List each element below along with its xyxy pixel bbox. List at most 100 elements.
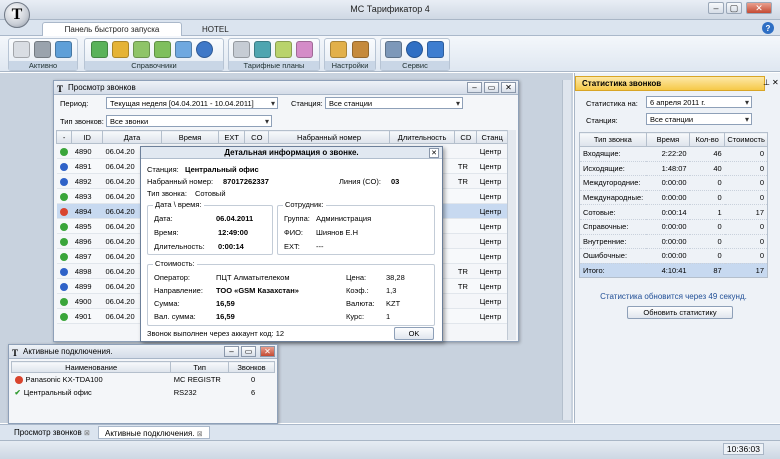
help-icon[interactable]: ?	[762, 22, 774, 34]
close-icon[interactable]: ⊠	[84, 430, 90, 437]
tariff-icon[interactable]	[254, 41, 271, 58]
close-button[interactable]: ✕	[501, 82, 516, 93]
col-header[interactable]: Наименование	[10, 361, 172, 373]
close-icon[interactable]: ✕	[772, 78, 779, 87]
close-button[interactable]: ✕	[260, 346, 275, 357]
cell-count: 0	[689, 234, 725, 250]
type-label: Тип звонка:	[147, 189, 187, 198]
cell-count: 0	[689, 219, 725, 235]
col-header[interactable]: Тип звонка	[579, 132, 647, 147]
col-header[interactable]: Кол-во	[689, 132, 726, 147]
tab-hotel[interactable]: HOTEL	[190, 22, 241, 36]
tab-active-connections[interactable]: Активные подключения. ⊠	[98, 426, 210, 439]
tab-calls[interactable]: Просмотр звонков ⊠	[8, 426, 96, 439]
col-header[interactable]: Время	[645, 132, 691, 147]
stats-row: Сотовые: 0:00:14 1 17	[579, 204, 768, 220]
stats-date-label: Статистика на:	[586, 99, 638, 108]
col-header[interactable]: Дата	[101, 130, 163, 144]
operator-label: Оператор:	[154, 273, 191, 282]
call-type-select[interactable]: Все звонки	[106, 115, 272, 127]
col-header[interactable]: ID	[71, 130, 103, 144]
book-icon[interactable]	[133, 41, 150, 58]
cell-cd: TR	[454, 158, 477, 174]
cell-cd	[454, 293, 477, 309]
cell-cd	[454, 308, 477, 324]
dollar-icon[interactable]	[196, 41, 213, 58]
time-label: Время:	[154, 228, 179, 237]
coef-value: 1,3	[386, 286, 397, 295]
cell-id: 4893	[71, 188, 103, 204]
group-label: Активно	[9, 61, 77, 70]
minimize-button[interactable]: –	[224, 346, 239, 357]
home-icon[interactable]	[91, 41, 108, 58]
cell-calls: 0	[250, 374, 256, 384]
col-header[interactable]: Длительность	[388, 130, 456, 144]
app-logo[interactable]: T	[4, 2, 30, 28]
refresh-stats-button[interactable]: Обновить статистику	[627, 306, 733, 319]
table-row[interactable]: ✔ Центральный офис RS232 6	[12, 386, 275, 399]
duration-label: Длительность:	[154, 242, 205, 251]
col-header[interactable]: Звонков	[228, 361, 275, 373]
col-header[interactable]: Станц	[476, 130, 508, 144]
list-icon[interactable]	[154, 41, 171, 58]
stats-row: Ошибочные: 0:00:00 0 0	[579, 248, 768, 264]
stats-row: Междугородние: 0:00:00 0 0	[579, 175, 768, 191]
close-icon[interactable]: ⊠	[197, 431, 203, 438]
cell-id: 4899	[71, 278, 103, 294]
col-header[interactable]: Тип	[170, 361, 230, 373]
arrow-out-icon[interactable]	[296, 41, 313, 58]
restore-button[interactable]: ▭	[484, 82, 499, 93]
arrow-in-icon[interactable]	[275, 41, 292, 58]
mdi-scrollbar[interactable]	[562, 80, 571, 420]
col-header[interactable]: Время	[161, 130, 219, 144]
ok-button[interactable]: OK	[394, 327, 434, 340]
col-header[interactable]: -	[55, 130, 73, 144]
pin-icon[interactable]: ⊥	[763, 78, 770, 87]
col-header[interactable]: Набранный номер	[268, 130, 390, 144]
close-button[interactable]: ✕	[746, 2, 772, 14]
users-icon[interactable]	[112, 41, 129, 58]
table-scrollbar[interactable]	[507, 130, 516, 340]
date-value: 06.04.2011	[216, 214, 254, 223]
period-select[interactable]: Текущая неделя [04.04.2011 - 10.04.2011]	[106, 97, 278, 109]
maximize-button[interactable]: ▢	[726, 2, 742, 14]
group-label: Сервис	[381, 61, 449, 70]
restore-button[interactable]: ▭	[241, 346, 256, 357]
stats-station-select[interactable]: Все станции	[646, 113, 752, 125]
sum-value: 16,59	[216, 299, 235, 308]
minimize-button[interactable]: –	[708, 2, 724, 14]
table-row[interactable]: Panasonic KX-TDA100 MC REGISTR 0	[12, 373, 275, 386]
cell-cost: 0	[724, 190, 768, 206]
col-header[interactable]: CO	[244, 130, 270, 144]
table-icon[interactable]	[13, 41, 30, 58]
minimize-button[interactable]: –	[467, 82, 482, 93]
tools-icon[interactable]	[352, 41, 369, 58]
window-title: MC Тарификатор 4	[350, 4, 430, 14]
settings-icon[interactable]	[330, 41, 347, 58]
chart-icon[interactable]	[55, 41, 72, 58]
col-header[interactable]: EXT	[217, 130, 246, 144]
station-value: Центральный офис	[185, 165, 259, 174]
phone-icon[interactable]	[34, 41, 51, 58]
tab-label: Просмотр звонков	[14, 428, 82, 437]
cell-time: 0:00:00	[646, 219, 690, 235]
tab-quick-launch[interactable]: Панель быстрого запуска	[42, 22, 182, 36]
station-select[interactable]: Все станции	[325, 97, 463, 109]
cell-count: 0	[689, 190, 725, 206]
calls-window-header: T Просмотр звонков – ▭ ✕	[54, 81, 518, 95]
cell-cd	[454, 143, 477, 159]
gear-icon[interactable]	[385, 41, 402, 58]
col-header[interactable]: CD	[454, 130, 478, 144]
cell-station: Центр	[476, 143, 508, 159]
group-value: Администрация	[316, 214, 372, 223]
cell-id: 4897	[71, 248, 103, 264]
info-icon[interactable]	[406, 41, 423, 58]
close-icon[interactable]: ✕	[429, 148, 439, 158]
connection-name: Panasonic KX-TDA100	[25, 374, 103, 384]
globe-icon[interactable]	[427, 41, 444, 58]
col-header[interactable]: Стоимость	[724, 132, 768, 147]
antenna-icon[interactable]	[175, 41, 192, 58]
plug-icon[interactable]	[233, 41, 250, 58]
tab-label: Активные подключения.	[105, 429, 195, 438]
stats-date-picker[interactable]: 6 апреля 2011 г.	[646, 96, 752, 108]
